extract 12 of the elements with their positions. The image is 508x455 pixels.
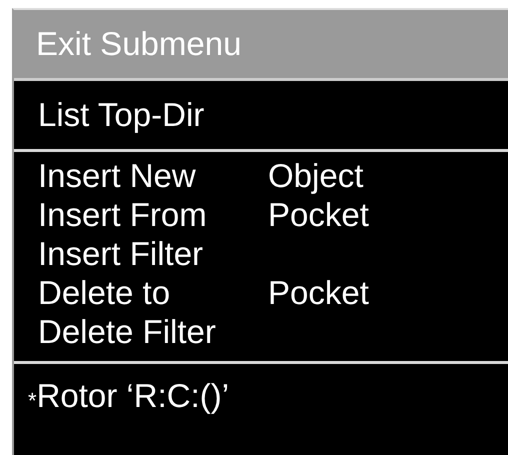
menu-item[interactable]: Insert From: [38, 196, 268, 234]
menu-item[interactable]: Insert Filter: [38, 234, 268, 272]
asterisk-marker: *: [28, 388, 37, 414]
menu-item-label: Exit Submenu: [36, 25, 242, 63]
menu-item-target: Object: [268, 156, 364, 194]
menu-item-target: Pocket: [268, 274, 369, 312]
menu-item[interactable]: Delete to: [38, 274, 268, 312]
menu-item[interactable]: List Top-Dir: [38, 96, 204, 134]
menu-item[interactable]: Delete Filter: [38, 312, 268, 350]
menu-item[interactable]: Insert New: [38, 156, 268, 194]
menu-item-target: Pocket: [268, 196, 369, 234]
rotor-item[interactable]: Rotor ‘R:C:()’: [36, 377, 230, 415]
